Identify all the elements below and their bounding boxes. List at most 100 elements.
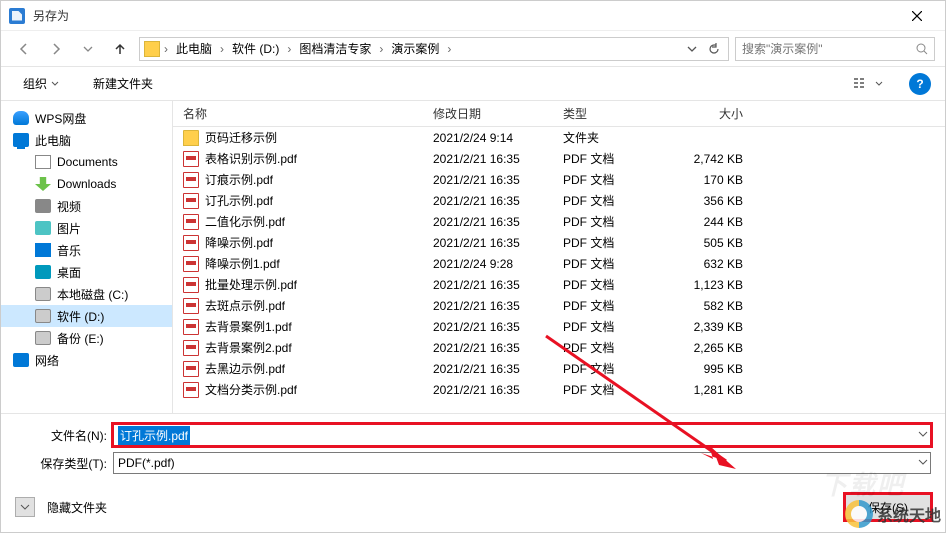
drive-icon: [35, 287, 51, 301]
window-title: 另存为: [33, 7, 897, 24]
view-button[interactable]: [845, 73, 891, 95]
pdf-icon: [183, 277, 199, 293]
sidebar-item[interactable]: 视频: [1, 195, 172, 217]
sidebar-item[interactable]: 网络: [1, 349, 172, 371]
pic-icon: [35, 221, 51, 235]
file-row[interactable]: 去黑边示例.pdf2021/2/21 16:35PDF 文档995 KB: [173, 358, 945, 379]
file-date: 2021/2/24 9:14: [433, 131, 563, 145]
filename-dropdown[interactable]: [918, 428, 928, 442]
arrow-left-icon: [17, 42, 31, 56]
col-header-name[interactable]: 名称: [183, 105, 433, 122]
pdf-icon: [183, 340, 199, 356]
file-date: 2021/2/21 16:35: [433, 278, 563, 292]
nav-recent-button[interactable]: [75, 36, 101, 62]
file-row[interactable]: 文档分类示例.pdf2021/2/21 16:35PDF 文档1,281 KB: [173, 379, 945, 400]
file-row[interactable]: 降噪示例.pdf2021/2/21 16:35PDF 文档505 KB: [173, 232, 945, 253]
sidebar-item[interactable]: 音乐: [1, 239, 172, 261]
doc-icon: [35, 155, 51, 169]
pdf-icon: [183, 319, 199, 335]
refresh-icon: [708, 43, 720, 55]
file-row[interactable]: 表格识别示例.pdf2021/2/21 16:35PDF 文档2,742 KB: [173, 148, 945, 169]
sidebar-item[interactable]: 桌面: [1, 261, 172, 283]
hide-folders-label[interactable]: 隐藏文件夹: [47, 499, 107, 516]
sidebar-item[interactable]: Downloads: [1, 173, 172, 195]
save-label: 保存(S): [868, 499, 908, 516]
breadcrumb-item[interactable]: 此电脑: [172, 38, 216, 59]
pc-icon: [13, 133, 29, 147]
organize-label: 组织: [23, 75, 47, 92]
file-type: PDF 文档: [563, 213, 663, 230]
file-row[interactable]: 去斑点示例.pdf2021/2/21 16:35PDF 文档582 KB: [173, 295, 945, 316]
file-name: 订孔示例.pdf: [205, 192, 433, 209]
chevron-down-icon: [918, 429, 928, 439]
search-box[interactable]: [735, 37, 935, 61]
sidebar-item[interactable]: WPS网盘: [1, 107, 172, 129]
sidebar-item[interactable]: 本地磁盘 (C:): [1, 283, 172, 305]
file-type: PDF 文档: [563, 360, 663, 377]
chevron-right-icon: ›: [285, 42, 293, 56]
organize-button[interactable]: 组织: [15, 71, 67, 96]
sidebar-item-label: 网络: [35, 352, 59, 369]
file-name: 文档分类示例.pdf: [205, 381, 433, 398]
file-type: PDF 文档: [563, 276, 663, 293]
file-row[interactable]: 订痕示例.pdf2021/2/21 16:35PDF 文档170 KB: [173, 169, 945, 190]
expand-folders-button[interactable]: [15, 497, 35, 517]
breadcrumb-item[interactable]: 图档清洁专家: [295, 38, 375, 59]
pdf-icon: [183, 214, 199, 230]
close-button[interactable]: [897, 1, 937, 31]
breadcrumb-item[interactable]: 软件 (D:): [228, 38, 283, 59]
sidebar-item-label: 本地磁盘 (C:): [57, 286, 128, 303]
col-header-date[interactable]: 修改日期: [433, 105, 563, 122]
title-bar: 另存为: [1, 1, 945, 31]
filetype-field[interactable]: PDF(*.pdf): [113, 452, 931, 474]
file-row[interactable]: 二值化示例.pdf2021/2/21 16:35PDF 文档244 KB: [173, 211, 945, 232]
file-row[interactable]: 订孔示例.pdf2021/2/21 16:35PDF 文档356 KB: [173, 190, 945, 211]
filename-field[interactable]: 订孔示例.pdf: [113, 424, 931, 446]
sidebar-item[interactable]: 软件 (D:): [1, 305, 172, 327]
pdf-icon: [183, 382, 199, 398]
filetype-dropdown[interactable]: [918, 456, 928, 470]
refresh-button[interactable]: [704, 43, 724, 55]
address-dropdown[interactable]: [682, 44, 702, 54]
sidebar-item-label: 音乐: [57, 242, 81, 259]
file-row[interactable]: 降噪示例1.pdf2021/2/24 9:28PDF 文档632 KB: [173, 253, 945, 274]
file-row[interactable]: 页码迁移示例2021/2/24 9:14文件夹: [173, 127, 945, 148]
file-row[interactable]: 批量处理示例.pdf2021/2/21 16:35PDF 文档1,123 KB: [173, 274, 945, 295]
filename-value: 订孔示例.pdf: [118, 426, 190, 445]
file-row[interactable]: 去背景案例1.pdf2021/2/21 16:35PDF 文档2,339 KB: [173, 316, 945, 337]
list-header: 名称 修改日期 类型 大小: [173, 101, 945, 127]
nav-forward-button[interactable]: [43, 36, 69, 62]
breadcrumb-item[interactable]: 演示案例: [387, 38, 443, 59]
file-size: 356 KB: [663, 194, 763, 208]
file-name: 批量处理示例.pdf: [205, 276, 433, 293]
sidebar-item[interactable]: 备份 (E:): [1, 327, 172, 349]
chevron-down-icon: [83, 44, 93, 54]
file-date: 2021/2/21 16:35: [433, 236, 563, 250]
file-type: PDF 文档: [563, 381, 663, 398]
pdf-icon: [183, 298, 199, 314]
sidebar-item[interactable]: Documents: [1, 151, 172, 173]
arrow-up-icon: [113, 42, 127, 56]
file-row[interactable]: 去背景案例2.pdf2021/2/21 16:35PDF 文档2,265 KB: [173, 337, 945, 358]
sidebar-item[interactable]: 图片: [1, 217, 172, 239]
folder-icon: [144, 41, 160, 57]
help-button[interactable]: ?: [909, 73, 931, 95]
search-input[interactable]: [742, 42, 916, 56]
sidebar-item-label: 此电脑: [35, 132, 71, 149]
nav-bar: › 此电脑›软件 (D:)›图档清洁专家›演示案例›: [1, 31, 945, 67]
file-date: 2021/2/21 16:35: [433, 362, 563, 376]
col-header-type[interactable]: 类型: [563, 105, 663, 122]
save-button[interactable]: 保存(S): [845, 494, 931, 520]
file-size: 244 KB: [663, 215, 763, 229]
chevron-right-icon: ›: [162, 42, 170, 56]
file-name: 降噪示例.pdf: [205, 234, 433, 251]
file-date: 2021/2/21 16:35: [433, 299, 563, 313]
file-type: PDF 文档: [563, 234, 663, 251]
new-folder-button[interactable]: 新建文件夹: [85, 71, 161, 96]
col-header-size[interactable]: 大小: [663, 105, 763, 122]
address-bar[interactable]: › 此电脑›软件 (D:)›图档清洁专家›演示案例›: [139, 37, 729, 61]
nav-back-button[interactable]: [11, 36, 37, 62]
sidebar-item[interactable]: 此电脑: [1, 129, 172, 151]
chevron-down-icon: [51, 80, 59, 88]
nav-up-button[interactable]: [107, 36, 133, 62]
